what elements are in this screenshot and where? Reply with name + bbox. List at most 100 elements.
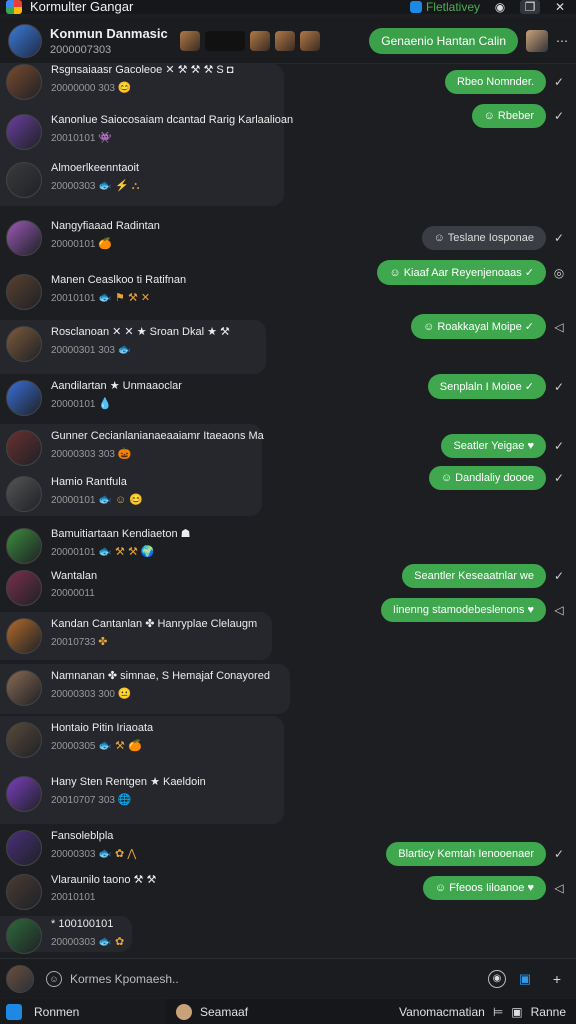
sender-avatar[interactable] [6, 114, 42, 150]
sender-avatar[interactable] [6, 476, 42, 512]
message-bubble[interactable]: ☺ Kiaaf Aar Reyenjenoaas ✓ [377, 260, 546, 285]
tab-notifications-label[interactable]: Vanomacmatian [399, 1005, 485, 1019]
sender-avatar[interactable] [6, 830, 42, 866]
chat-avatar[interactable] [8, 23, 42, 58]
message-item[interactable]: Gunner Cecianlanianaeaaiamr Itaeaons Ma 2… [6, 430, 264, 466]
sender-avatar[interactable] [6, 380, 42, 416]
message-bubble[interactable]: Blarticy Kemtah Ienooenaer [386, 842, 546, 866]
sender-avatar[interactable] [6, 722, 42, 758]
reaction-icons[interactable]: 🍊 [98, 238, 112, 250]
sender-avatar[interactable] [6, 162, 42, 198]
reaction-icons[interactable]: 🐟 ⚒ ⚒ 🌍 [98, 546, 154, 558]
clock-icon[interactable]: ◉ [490, 0, 510, 14]
outgoing-message[interactable]: ☺ Kiaaf Aar Reyenjenoaas ✓ ◎ [377, 260, 568, 285]
sender-avatar[interactable] [6, 528, 42, 564]
sender-avatar[interactable] [6, 220, 42, 256]
outgoing-message[interactable]: Seatler Yeigae ♥ ✓ [441, 434, 568, 458]
emoji-icon[interactable]: ☺ [46, 970, 62, 987]
reaction-icons[interactable]: 🐟 ⚑ ⚒ ✕ [98, 292, 150, 304]
window-icon[interactable]: ❐ [520, 0, 540, 14]
tab-home[interactable]: Ronmen [0, 999, 166, 1024]
message-item[interactable]: * 100100101 20000303 🐟 ✿ [6, 918, 124, 954]
reaction-icons[interactable]: 🌐 [118, 794, 132, 806]
message-bubble[interactable]: ☺ Dandlaliy doooe [428, 466, 546, 490]
message-item[interactable]: Fansoleblpla 20000303 🐟 ✿ ⋀ [6, 830, 136, 866]
outgoing-message[interactable]: Seantler Keseaatnlar we ✓ [402, 564, 568, 588]
message-item[interactable]: Kanonlue Saiocosaiam dcantad Rarig Karla… [6, 114, 293, 150]
message-item[interactable]: Namnanan ✤ simnae, S Hemajaf Conayored 20… [6, 670, 270, 706]
tab-more-label[interactable]: Ranne [531, 1005, 566, 1019]
message-bubble[interactable]: ☺ Rbeber [471, 104, 546, 128]
message-item[interactable]: Almoerlkeenntaoit 20000303 🐟 ⚡ ⛬ [6, 162, 140, 198]
sender-avatar[interactable] [6, 430, 42, 466]
reaction-icons[interactable]: 🐟 [118, 344, 132, 356]
message-item[interactable]: Vlaraunilo taono ⚒ ⚒ 20010101 [6, 874, 156, 910]
message-item[interactable]: Hamio Rantfula 20000101 🐟 ☺ 😊 [6, 476, 143, 512]
message-list[interactable]: Rsgnsaiaasr Gacoleoe ✕ ⚒ ⚒ ⚒ S ◘ 20000000… [0, 64, 576, 956]
member-avatar[interactable] [274, 30, 295, 51]
message-item[interactable]: Manen Ceaslkoo ti Ratifnan 20010101 🐟 ⚑ ⚒… [6, 274, 186, 310]
filter-icon[interactable]: ⊨ [493, 1005, 503, 1019]
message-item[interactable]: Rsgnsaiaasr Gacoleoe ✕ ⚒ ⚒ ⚒ S ◘ 20000000… [6, 64, 233, 100]
outgoing-message[interactable]: ☺ Teslane Iosponae ✓ [421, 226, 568, 250]
reaction-icons[interactable]: 😊 [118, 82, 132, 94]
close-icon[interactable]: ✕ [550, 0, 570, 14]
reaction-icons[interactable]: 🐟 ☺ 😊 [98, 494, 143, 506]
reaction-icons[interactable]: 😐 [118, 688, 132, 700]
status-indicator[interactable]: Fletlativey [409, 0, 480, 14]
member-avatar[interactable] [249, 30, 270, 51]
member-avatar[interactable] [204, 30, 245, 51]
message-item[interactable]: Rosclanoan ✕ ✕ ★ Sroan Dkal ★ ⚒ 20000301 … [6, 326, 230, 362]
reaction-icons[interactable]: ✤ [98, 636, 107, 648]
message-bubble[interactable]: Iinenng stamodebeslenons ♥ [380, 598, 546, 622]
outgoing-message[interactable]: ☺ Rbeber ✓ [471, 104, 568, 128]
sender-avatar[interactable] [6, 570, 42, 606]
add-icon[interactable]: + [544, 966, 570, 992]
outgoing-message[interactable]: ☺ Roakkayal Moipe ✓ ◁ [411, 314, 568, 339]
message-bubble[interactable]: ☺ Ffeoos Iiloanoe ♥ [422, 876, 546, 900]
message-item[interactable]: Hontaio Pitin Iriaoata 20000305 🐟 ⚒ 🍊 [6, 722, 153, 758]
message-bubble[interactable]: Seantler Keseaatnlar we [402, 564, 546, 588]
header-action-button[interactable]: Genaenio Hantan Calin [369, 27, 518, 54]
outgoing-message[interactable]: Iinenng stamodebeslenons ♥ ◁ [380, 598, 568, 622]
reaction-icons[interactable]: 👾 [98, 132, 112, 144]
sticker-icon[interactable]: ◉ [488, 969, 506, 988]
attach-icon[interactable]: ▣ [512, 966, 538, 992]
window-icon[interactable]: ▣ [511, 1005, 522, 1019]
message-bubble[interactable]: ☺ Teslane Iosponae [421, 226, 546, 250]
sender-avatar[interactable] [6, 918, 42, 954]
outgoing-message[interactable]: ☺ Dandlaliy doooe ✓ [428, 466, 568, 490]
member-avatar[interactable] [179, 30, 200, 51]
member-avatar[interactable] [299, 30, 320, 51]
tab-search[interactable]: Seamaaf [166, 1003, 248, 1020]
sender-avatar[interactable] [6, 874, 42, 910]
message-item[interactable]: Nangyfiaaad Radintan 20000101 🍊 [6, 220, 160, 256]
sender-avatar[interactable] [6, 670, 42, 706]
sender-avatar[interactable] [6, 274, 42, 310]
reaction-icons[interactable]: 🎃 [118, 448, 132, 460]
message-bubble[interactable]: Seatler Yeigae ♥ [441, 434, 546, 458]
outgoing-message[interactable]: Senplaln I Moioe ✓ ✓ [427, 374, 568, 399]
message-input[interactable]: ☺ Kormes Kpomaesh.. [46, 965, 482, 993]
message-item[interactable]: Aandilartan ★ Unmaaoclar 20000101 💧 [6, 380, 182, 416]
message-item[interactable]: Hany Sten Rentgen ★ Kaeldoin 20010707 303… [6, 776, 206, 812]
sender-avatar[interactable] [6, 776, 42, 812]
outgoing-message[interactable]: ☺ Ffeoos Iiloanoe ♥ ◁ [422, 876, 568, 900]
sender-avatar[interactable] [6, 326, 42, 362]
message-item[interactable]: Kandan Cantanlan ✤ Hanryplae Clelaugm 200… [6, 618, 257, 654]
outgoing-message[interactable]: Rbeo Nomnder. ✓ [444, 70, 568, 94]
message-bubble[interactable]: ☺ Roakkayal Moipe ✓ [411, 314, 546, 339]
outgoing-message[interactable]: Blarticy Kemtah Ienooenaer ✓ [386, 842, 568, 866]
message-item[interactable]: Bamuitiartaan Kendiaeton ☗ 20000101 🐟 ⚒ ⚒… [6, 528, 191, 564]
sender-avatar[interactable] [6, 64, 42, 100]
reaction-icons[interactable]: 🐟 ⚒ 🍊 [98, 740, 141, 752]
more-icon[interactable]: ⋯ [556, 34, 568, 48]
reaction-icons[interactable]: 💧 [98, 398, 112, 410]
reaction-icons[interactable]: 🐟 ✿ ⋀ [98, 848, 136, 860]
reaction-icons[interactable]: 🐟 ⚡ ⛬ [98, 180, 139, 192]
profile-avatar[interactable] [526, 29, 548, 52]
user-avatar[interactable] [6, 964, 34, 993]
reaction-icons[interactable]: 🐟 ✿ [98, 936, 124, 948]
sender-avatar[interactable] [6, 618, 42, 654]
message-bubble[interactable]: Rbeo Nomnder. [444, 70, 546, 94]
